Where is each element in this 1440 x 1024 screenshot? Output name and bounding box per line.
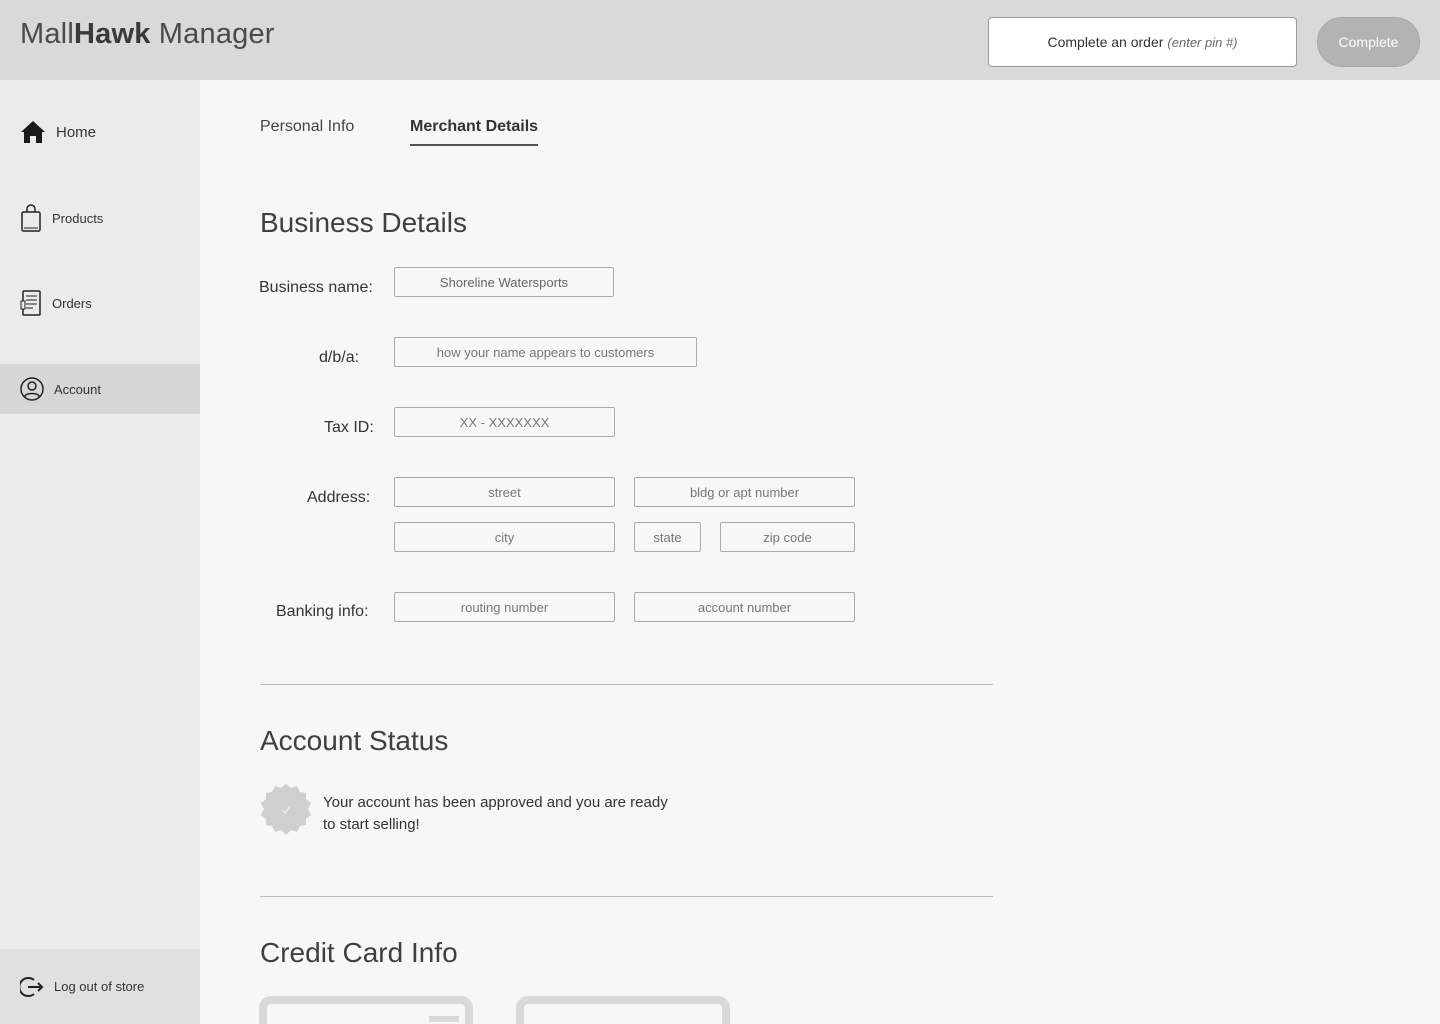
state-input[interactable] — [634, 522, 701, 552]
credit-card-front[interactable] — [259, 996, 473, 1024]
top-header: MallHawk Manager Complete an order (ente… — [0, 0, 1440, 80]
sidebar-item-account[interactable]: Account — [0, 364, 200, 414]
account-number-input[interactable] — [634, 592, 855, 622]
order-pin-input[interactable]: Complete an order (enter pin #) — [988, 17, 1297, 67]
sidebar-item-products[interactable]: Products — [0, 198, 200, 238]
logout-button[interactable]: Log out of store — [0, 949, 200, 1024]
business-details-heading: Business Details — [260, 207, 467, 238]
address-label: Address: — [307, 489, 371, 506]
account-status-message: Your account has been approved and you a… — [323, 794, 668, 833]
tax-id-input[interactable] — [394, 407, 615, 437]
credit-card-heading: Credit Card Info — [260, 937, 458, 968]
logout-icon — [20, 976, 44, 997]
banking-label: Banking info: — [276, 603, 369, 620]
sidebar-item-label: Products — [52, 210, 104, 226]
street-input[interactable] — [394, 477, 615, 507]
card-chip — [429, 1016, 459, 1022]
credit-card-back[interactable] — [516, 996, 730, 1024]
business-name-input[interactable] — [394, 267, 614, 297]
receipt-icon — [20, 290, 41, 316]
logout-label: Log out of store — [54, 979, 145, 994]
pin-input-hint: (enter pin #) — [1167, 34, 1238, 50]
tab-merchant-details[interactable]: Merchant Details — [410, 118, 539, 146]
tax-id-label: Tax ID: — [324, 419, 374, 436]
section-divider — [260, 896, 993, 897]
sidebar-item-orders[interactable]: Orders — [0, 283, 200, 323]
shopping-bag-icon — [21, 204, 41, 232]
check-badge-icon — [261, 784, 311, 835]
user-circle-icon — [20, 377, 44, 401]
dba-label: d/b/a: — [319, 349, 360, 366]
sidebar-item-label: Home — [56, 123, 97, 141]
account-status-heading: Account Status — [260, 725, 449, 756]
zip-input[interactable] — [720, 522, 855, 552]
bldg-input[interactable] — [634, 477, 855, 507]
tab-personal-info[interactable]: Personal Info — [260, 118, 354, 144]
routing-number-input[interactable] — [394, 592, 615, 622]
city-input[interactable] — [394, 522, 615, 552]
complete-button[interactable]: Complete — [1317, 17, 1420, 67]
sidebar-item-label: Orders — [52, 295, 92, 311]
sidebar-item-home[interactable]: Home — [0, 110, 200, 154]
sidebar-item-label: Account — [54, 381, 101, 397]
pin-input-label: Complete an order — [1047, 34, 1164, 50]
section-divider — [260, 684, 993, 685]
home-icon — [21, 121, 45, 143]
business-name-label: Business name: — [259, 279, 373, 296]
sidebar: Home Products Orders Account Log out of … — [0, 80, 200, 1024]
dba-input[interactable] — [394, 337, 697, 367]
app-logo: MallHawk Manager — [20, 18, 275, 50]
